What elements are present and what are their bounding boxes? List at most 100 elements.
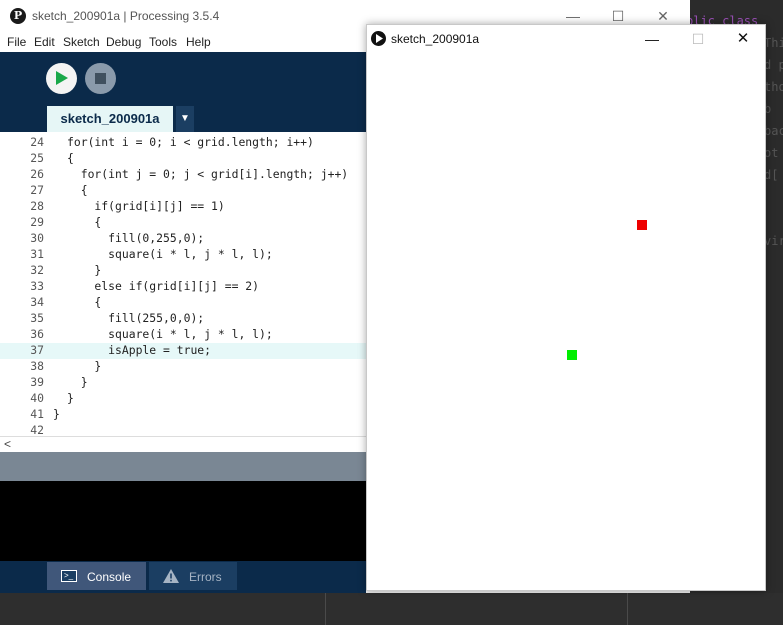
- menu-help[interactable]: Help: [186, 35, 211, 49]
- line-number: 42: [30, 423, 44, 436]
- code-line[interactable]: 36 square(i * l, j * l, l);: [0, 327, 366, 343]
- line-number: 28: [30, 199, 44, 213]
- scroll-left-icon[interactable]: <: [4, 437, 11, 451]
- background-code-line: d[: [764, 168, 779, 182]
- play-icon: [56, 71, 68, 85]
- code-line[interactable]: 39 }: [0, 375, 366, 391]
- line-number: 36: [30, 327, 44, 341]
- editor-console-divider[interactable]: [0, 452, 366, 481]
- code-line[interactable]: 34 {: [0, 295, 366, 311]
- background-code-line: Thi: [764, 36, 783, 50]
- code-line[interactable]: 28 if(grid[i][j] == 1): [0, 199, 366, 215]
- code-line[interactable]: 31 square(i * l, j * l, l);: [0, 247, 366, 263]
- line-number: 25: [30, 151, 44, 165]
- code-editor[interactable]: 24 for(int i = 0; i < grid.length; i++) 25…: [0, 132, 366, 436]
- code-line[interactable]: 37 isApple = true;: [0, 343, 366, 359]
- tab-errors[interactable]: Errors: [149, 562, 237, 590]
- taskbar-separator: [627, 593, 628, 625]
- code-line[interactable]: 27 {: [0, 183, 366, 199]
- line-text: fill(255,0,0);: [67, 311, 205, 325]
- background-taskbar-strip: [0, 593, 783, 625]
- desktop: blic class Thi d p tho b bac ot d[vir P sket…: [0, 0, 783, 625]
- line-number: 34: [30, 295, 44, 309]
- stop-icon: [95, 73, 106, 84]
- ide-close-button[interactable]: ✕: [648, 6, 678, 26]
- sketch-window-title: sketch_200901a: [391, 32, 480, 46]
- sketch-maximize-button[interactable]: ☐: [683, 29, 713, 49]
- background-code-line: vir: [764, 234, 783, 248]
- tab-errors-label: Errors: [189, 570, 222, 584]
- line-text: }: [67, 391, 74, 405]
- code-line[interactable]: 41}: [0, 407, 366, 423]
- tab-console[interactable]: >_ Console: [47, 562, 146, 590]
- line-number: 39: [30, 375, 44, 389]
- horizontal-scrollbar[interactable]: <: [0, 436, 366, 452]
- menu-tools[interactable]: Tools: [149, 35, 177, 49]
- line-text: fill(0,255,0);: [67, 231, 205, 245]
- ide-minimize-button[interactable]: —: [558, 6, 588, 26]
- console-output: [0, 481, 366, 561]
- code-line[interactable]: 35 fill(255,0,0);: [0, 311, 366, 327]
- tab-dropdown-button[interactable]: ▼: [176, 106, 194, 132]
- line-number: 41: [30, 407, 44, 421]
- menu-file[interactable]: File: [7, 35, 26, 49]
- warning-icon: [163, 569, 179, 583]
- code-line[interactable]: 38 }: [0, 359, 366, 375]
- background-code-line: bac: [764, 124, 783, 138]
- line-text: isApple = true;: [67, 343, 212, 357]
- background-code-line: ot: [764, 146, 779, 160]
- line-text: for(int i = 0; i < grid.length; i++): [67, 135, 314, 149]
- line-number: 40: [30, 391, 44, 405]
- code-line[interactable]: 30 fill(0,255,0);: [0, 231, 366, 247]
- line-text: }: [67, 375, 88, 389]
- line-text: {: [67, 183, 88, 197]
- line-number: 30: [30, 231, 44, 245]
- line-text: square(i * l, j * l, l);: [67, 327, 273, 341]
- line-number: 31: [30, 247, 44, 261]
- code-line[interactable]: 32 }: [0, 263, 366, 279]
- menu-sketch[interactable]: Sketch: [63, 35, 100, 49]
- line-text: }: [67, 359, 102, 373]
- sketch-titlebar[interactable]: sketch_200901a — ☐ ✕: [367, 25, 765, 53]
- code-line[interactable]: 40}: [0, 391, 366, 407]
- line-text: {: [67, 295, 102, 309]
- sketch-canvas[interactable]: [367, 53, 765, 590]
- line-number: 38: [30, 359, 44, 373]
- run-button[interactable]: [46, 63, 77, 94]
- tab-sketch[interactable]: sketch_200901a: [47, 106, 173, 132]
- sketch-minimize-button[interactable]: —: [637, 29, 667, 49]
- line-text: square(i * l, j * l, l);: [67, 247, 273, 261]
- taskbar-separator: [325, 593, 326, 625]
- line-text: }: [53, 407, 60, 421]
- code-line[interactable]: 42: [0, 423, 366, 436]
- sketch-close-button[interactable]: ✕: [728, 29, 758, 49]
- code-line[interactable]: 26 for(int j = 0; j < grid[i].length; j+…: [0, 167, 366, 183]
- stop-button[interactable]: [85, 63, 116, 94]
- code-line[interactable]: 24 for(int i = 0; i < grid.length; i++): [0, 135, 366, 151]
- line-number: 35: [30, 311, 44, 325]
- ide-window-title: sketch_200901a | Processing 3.5.4: [32, 9, 220, 23]
- sketch-play-icon: [371, 31, 386, 46]
- line-text: }: [67, 263, 102, 277]
- apple-square: [637, 220, 647, 230]
- menu-edit[interactable]: Edit: [34, 35, 55, 49]
- console-icon: >_: [61, 570, 77, 582]
- code-line[interactable]: 25 {: [0, 151, 366, 167]
- line-text: else if(grid[i][j] == 2): [67, 279, 260, 293]
- line-number: 37: [30, 343, 44, 357]
- line-number: 29: [30, 215, 44, 229]
- line-text: if(grid[i][j] == 1): [67, 199, 225, 213]
- line-number: 24: [30, 135, 44, 149]
- line-text: {: [67, 151, 74, 165]
- tab-console-label: Console: [87, 570, 132, 584]
- code-line[interactable]: 33 else if(grid[i][j] == 2): [0, 279, 366, 295]
- line-text: for(int j = 0; j < grid[i].length; j++): [67, 167, 349, 181]
- line-number: 26: [30, 167, 44, 181]
- code-line[interactable]: 29 {: [0, 215, 366, 231]
- background-code-line: tho: [764, 80, 783, 94]
- line-number: 27: [30, 183, 44, 197]
- ide-maximize-button[interactable]: ☐: [603, 6, 633, 26]
- processing-logo-icon: P: [10, 8, 26, 24]
- menu-debug[interactable]: Debug: [106, 35, 141, 49]
- background-code-line: d p: [764, 58, 783, 72]
